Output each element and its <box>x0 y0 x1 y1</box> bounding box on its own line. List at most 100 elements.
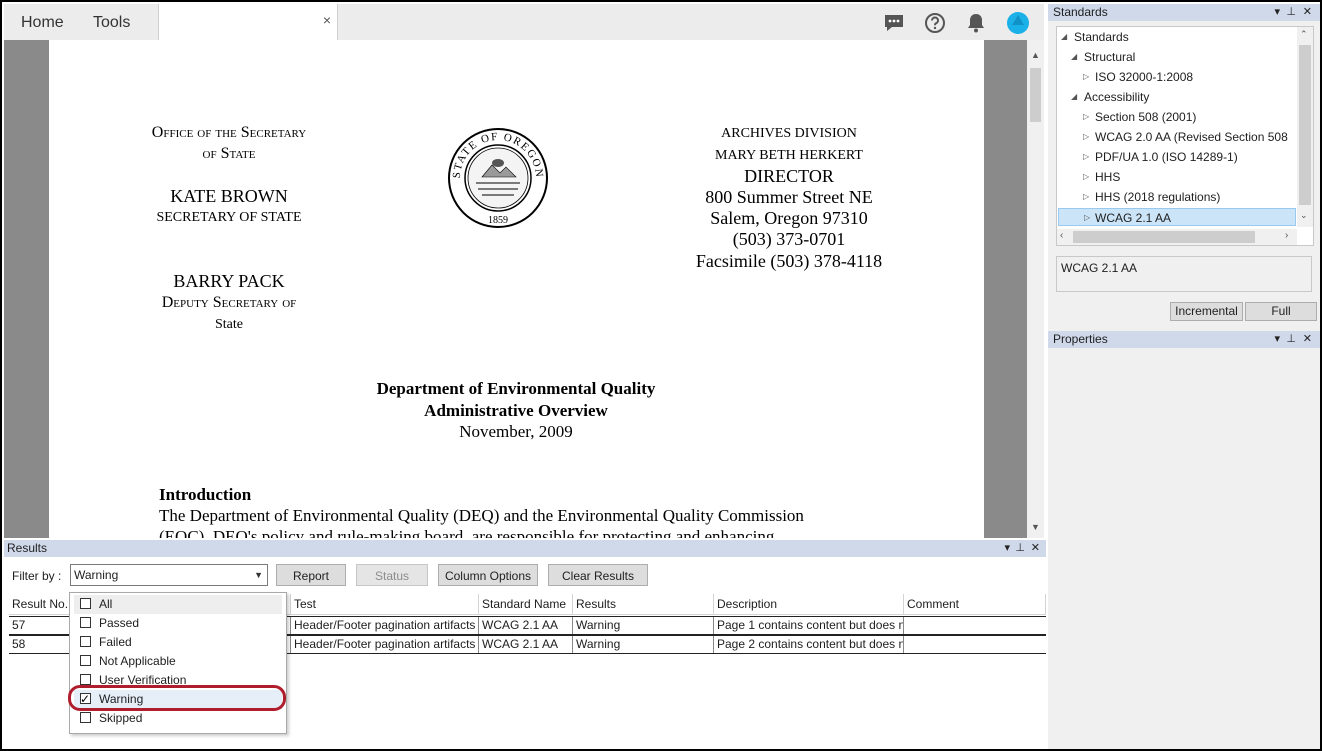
tree-node-iso[interactable]: ▷ ISO 32000-1:2008 <box>1083 68 1193 86</box>
filter-option-passed[interactable]: Passed <box>74 614 282 633</box>
scroll-down-icon[interactable]: ⌄ <box>1300 210 1308 221</box>
help-icon[interactable] <box>924 12 946 34</box>
home-tab[interactable]: Home <box>21 4 64 40</box>
tools-tab[interactable]: Tools <box>93 4 130 40</box>
panel-menu-icon[interactable]: ▾ <box>1274 4 1280 21</box>
standards-title-bar: Standards ▾ ⊥ ✕ <box>1048 4 1320 21</box>
tree-scroll-thumb[interactable] <box>1299 45 1311 205</box>
filter-option-skipped[interactable]: Skipped <box>74 709 282 728</box>
collapsed-arrow-icon[interactable]: ▷ <box>1083 188 1089 206</box>
scroll-left-icon[interactable]: ‹ <box>1060 230 1063 241</box>
cell-test: Header/Footer pagination artifacts <box>291 617 479 634</box>
column-header-results[interactable]: Results <box>573 594 714 615</box>
status-button[interactable]: Status <box>356 564 428 586</box>
expanded-arrow-icon[interactable]: ◢ <box>1071 88 1077 106</box>
doc-right-line6: (503) 373-0701 <box>732 229 846 249</box>
tree-node-structural[interactable]: ◢ Structural <box>1071 48 1135 66</box>
tree-node-wcag20[interactable]: ▷ WCAG 2.0 AA (Revised Section 508 - 2 <box>1083 128 1291 146</box>
filter-option-not-applicable[interactable]: Not Applicable <box>74 652 282 671</box>
report-button[interactable]: Report <box>276 564 346 586</box>
chevron-down-icon[interactable]: ▼ <box>254 565 263 585</box>
scroll-up-icon[interactable]: ▲ <box>1031 50 1040 60</box>
cell-test: Header/Footer pagination artifacts <box>291 636 479 653</box>
column-header-description[interactable]: Description <box>714 594 904 615</box>
cell-description: Page 2 contains content but does not <box>714 636 904 653</box>
scroll-down-icon[interactable]: ▼ <box>1031 522 1040 532</box>
document-tab[interactable]: × <box>158 4 338 41</box>
tree-label: Standards <box>1074 30 1129 44</box>
doc-right-line5: Salem, Oregon 97310 <box>710 208 868 228</box>
document-scroll-thumb[interactable] <box>1030 68 1041 122</box>
filter-option-failed[interactable]: Failed <box>74 633 282 652</box>
checkbox-not-applicable[interactable] <box>80 655 91 666</box>
tree-node-pdfua[interactable]: ▷ PDF/UA 1.0 (ISO 14289-1) <box>1083 148 1238 166</box>
doc-left-line1: Office of the Secretary <box>151 124 307 141</box>
tree-node-hhs[interactable]: ▷ HHS <box>1083 168 1120 186</box>
collapsed-arrow-icon[interactable]: ▷ <box>1083 148 1089 166</box>
collapsed-arrow-icon[interactable]: ▷ <box>1084 209 1090 227</box>
tree-node-accessibility[interactable]: ◢ Accessibility <box>1071 88 1149 106</box>
cell-comment[interactable] <box>904 636 1046 653</box>
scroll-right-icon[interactable]: › <box>1285 230 1288 241</box>
filter-options-list: All Passed Failed Not Applicable User Ve… <box>69 592 287 734</box>
expanded-arrow-icon[interactable]: ◢ <box>1061 28 1067 46</box>
doc-right-line7: Facsimile (503) 378-4118 <box>695 251 883 271</box>
tree-node-standards[interactable]: ◢ Standards <box>1061 28 1129 46</box>
doc-left-name2: BARRY PACK <box>173 271 285 291</box>
comment-icon[interactable] <box>883 12 905 34</box>
top-bar: Home Tools × <box>4 4 1044 41</box>
column-header-comment[interactable]: Comment <box>904 594 1046 615</box>
checkbox-passed[interactable] <box>80 617 91 628</box>
incremental-button[interactable]: Incremental <box>1170 302 1243 321</box>
close-panel-icon[interactable]: ✕ <box>1303 4 1312 21</box>
cell-standard: WCAG 2.1 AA <box>479 617 573 634</box>
cell-comment[interactable] <box>904 617 1046 634</box>
filter-dropdown[interactable]: Warning ▼ <box>70 564 268 586</box>
tree-horizontal-scrollbar[interactable]: ‹ › <box>1057 229 1297 245</box>
column-header-standard[interactable]: Standard Name <box>479 594 573 615</box>
checkbox-skipped[interactable] <box>80 712 91 723</box>
bell-icon[interactable] <box>965 12 987 34</box>
column-header-test[interactable]: Test <box>291 594 479 615</box>
profile-icon[interactable] <box>1006 11 1030 35</box>
clear-results-button[interactable]: Clear Results <box>548 564 648 586</box>
pin-icon[interactable]: ⊥ <box>1286 4 1296 21</box>
document-page: Office of the Secretary of State KATE BR… <box>49 40 984 538</box>
collapsed-arrow-icon[interactable]: ▷ <box>1083 108 1089 126</box>
filter-option-all[interactable]: All <box>74 595 282 614</box>
app-window: Home Tools × Office of the Secretary of … <box>0 0 1322 751</box>
checkbox-all[interactable] <box>80 598 91 609</box>
collapsed-arrow-icon[interactable]: ▷ <box>1083 168 1089 186</box>
close-panel-icon[interactable]: ✕ <box>1031 540 1040 557</box>
tree-label: Structural <box>1084 50 1136 64</box>
tree-node-wcag21[interactable]: ▷ WCAG 2.1 AA <box>1058 208 1296 226</box>
full-button[interactable]: Full <box>1245 302 1317 321</box>
panel-menu-icon[interactable]: ▾ <box>1274 331 1280 348</box>
panel-menu-icon[interactable]: ▾ <box>1004 540 1010 557</box>
column-options-button[interactable]: Column Options <box>438 564 538 586</box>
tree-vertical-scrollbar[interactable]: ⌃ ⌄ <box>1297 27 1313 227</box>
doc-heading2: Administrative Overview <box>424 401 608 420</box>
expanded-arrow-icon[interactable]: ◢ <box>1071 48 1077 66</box>
close-panel-icon[interactable]: ✕ <box>1303 331 1312 348</box>
tree-node-section508[interactable]: ▷ Section 508 (2001) <box>1083 108 1196 126</box>
right-sidebar: Standards ▾ ⊥ ✕ ◢ Standards ◢ Structural ▷… <box>1048 4 1320 749</box>
doc-heading1: Department of Environmental Quality <box>376 379 656 398</box>
close-tab-icon[interactable]: × <box>323 12 331 28</box>
doc-left-line2: of State <box>202 145 256 162</box>
tree-label: ISO 32000-1:2008 <box>1095 70 1194 84</box>
collapsed-arrow-icon[interactable]: ▷ <box>1083 128 1089 146</box>
collapsed-arrow-icon[interactable]: ▷ <box>1083 68 1089 86</box>
tree-node-hhs2018[interactable]: ▷ HHS (2018 regulations) <box>1083 188 1220 206</box>
scroll-up-icon[interactable]: ⌃ <box>1300 29 1308 40</box>
tree-hscroll-thumb[interactable] <box>1073 231 1255 243</box>
tree-label: PDF/UA 1.0 (ISO 14289-1) <box>1095 150 1238 164</box>
checkbox-failed[interactable] <box>80 636 91 647</box>
checkbox-user-verification[interactable] <box>80 674 91 685</box>
pin-icon[interactable]: ⊥ <box>1015 540 1025 557</box>
document-scrollbar[interactable]: ▲ ▼ <box>1027 40 1044 538</box>
oregon-state-seal: STATE OF OREGON 1859 <box>448 128 548 228</box>
seal-year: 1859 <box>488 215 508 226</box>
option-label: Passed <box>99 616 140 630</box>
pin-icon[interactable]: ⊥ <box>1286 331 1296 348</box>
